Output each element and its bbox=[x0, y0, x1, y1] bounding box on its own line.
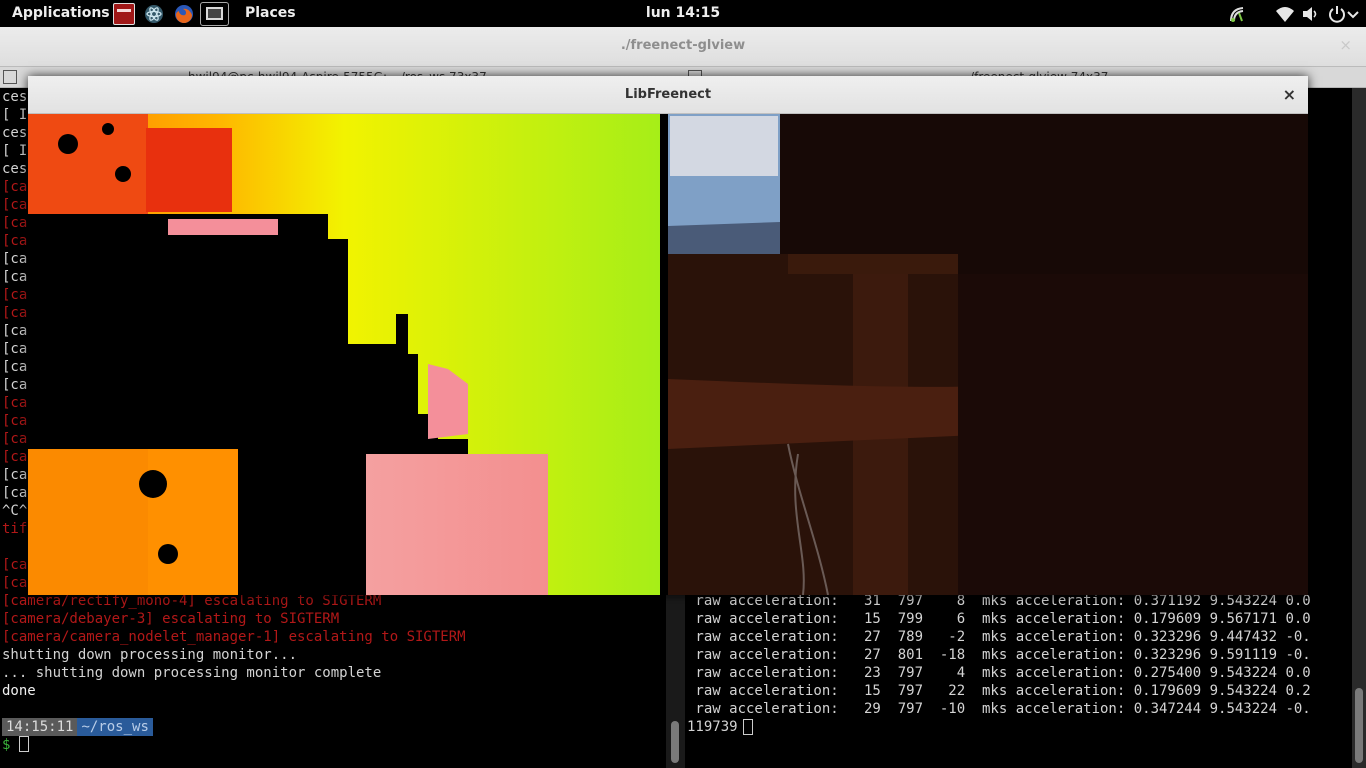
terminal-line: done bbox=[2, 683, 36, 699]
libfreenect-close-button[interactable]: × bbox=[1283, 85, 1296, 104]
rgb-camera-view bbox=[668, 114, 1308, 595]
terminal-line: [ca bbox=[2, 431, 28, 447]
terminal-titlebar[interactable]: ./freenect-glview × bbox=[0, 27, 1366, 67]
right-scrollbar-thumb[interactable] bbox=[1355, 688, 1363, 763]
terminal-line: [ca bbox=[2, 413, 28, 429]
terminal-line: [ca bbox=[2, 269, 28, 285]
terminal-title: ./freenect-glview bbox=[620, 38, 746, 53]
terminal-line: raw acceleration: 23 797 4 mks accelerat… bbox=[687, 665, 1311, 681]
libfreenect-titlebar[interactable]: LibFreenect × bbox=[28, 76, 1308, 114]
terminal-line: ces bbox=[2, 89, 28, 105]
terminal-line: [ca bbox=[2, 575, 28, 591]
terminal-line: [ca bbox=[2, 287, 28, 303]
terminal-line: [ca bbox=[2, 251, 28, 267]
network-activity-icon[interactable] bbox=[1226, 3, 1248, 25]
prompt-dir: ~/ros_ws bbox=[77, 718, 153, 736]
split-pane-icon[interactable] bbox=[3, 70, 17, 84]
terminal-line: ... shutting down processing monitor com… bbox=[2, 665, 382, 681]
libfreenect-window[interactable]: LibFreenect × bbox=[28, 76, 1308, 595]
top-panel: Applications Places lun 14:15 bbox=[0, 0, 1366, 27]
terminal-line: [ca bbox=[2, 395, 28, 411]
terminal-line: raw acceleration: 15 797 22 mks accelera… bbox=[687, 683, 1311, 699]
terminal-line: [ca bbox=[2, 467, 28, 483]
terminal-line: [ca bbox=[2, 359, 28, 375]
terminal-line: [ca bbox=[2, 305, 28, 321]
terminal-line: [ca bbox=[2, 377, 28, 393]
terminal-line: [ I bbox=[2, 143, 28, 159]
terminal-line: [ca bbox=[2, 179, 28, 195]
prompt-symbol: $ bbox=[2, 737, 11, 753]
terminal-line: [ca bbox=[2, 323, 28, 339]
terminal-line: tif bbox=[2, 521, 28, 537]
clock[interactable]: lun 14:15 bbox=[0, 5, 1366, 21]
cursor bbox=[18, 736, 29, 752]
terminal-line: raw acceleration: 27 801 -18 mks acceler… bbox=[687, 647, 1311, 663]
terminal-line: ces bbox=[2, 161, 28, 177]
right-scrollbar[interactable] bbox=[1352, 88, 1366, 768]
terminal-line: shutting down processing monitor... bbox=[2, 647, 298, 663]
terminal-line: raw acceleration: 29 797 -10 mks acceler… bbox=[687, 701, 1311, 717]
terminal-line: 119739 bbox=[687, 719, 738, 735]
terminal-line: ces bbox=[2, 125, 28, 141]
volume-icon[interactable] bbox=[1300, 3, 1322, 25]
cursor bbox=[743, 719, 753, 735]
terminal-close-button[interactable]: × bbox=[1339, 36, 1352, 54]
depth-image-view bbox=[28, 114, 660, 595]
terminal-line: [ I bbox=[2, 107, 28, 123]
terminal-line: [ca bbox=[2, 449, 28, 465]
command-line[interactable]: $ bbox=[2, 736, 29, 754]
left-scrollbar-thumb[interactable] bbox=[671, 721, 679, 763]
terminal-line: [ca bbox=[2, 215, 28, 231]
terminal-line: [camera/debayer-3] escalating to SIGTERM bbox=[2, 611, 340, 627]
terminal-line: [ca bbox=[2, 233, 28, 249]
prompt-time: 14:15:11 bbox=[2, 718, 78, 736]
terminal-line: raw acceleration: 15 799 6 mks accelerat… bbox=[687, 611, 1311, 627]
terminal-line: [ca bbox=[2, 485, 28, 501]
wifi-icon[interactable] bbox=[1274, 3, 1296, 25]
prompt-line: 14:15:11 ~/ros_ws bbox=[2, 718, 153, 736]
chevron-down-icon[interactable] bbox=[1345, 3, 1361, 25]
terminal-line: raw acceleration: 27 789 -2 mks accelera… bbox=[687, 629, 1311, 645]
terminal-line: ^C^ bbox=[2, 503, 28, 519]
terminal-line: [ca bbox=[2, 557, 28, 573]
terminal-line: [camera/camera_nodelet_manager-1] escala… bbox=[2, 629, 466, 645]
terminal-line: [ca bbox=[2, 341, 28, 357]
libfreenect-title: LibFreenect bbox=[624, 87, 712, 102]
terminal-line: [ca bbox=[2, 197, 28, 213]
